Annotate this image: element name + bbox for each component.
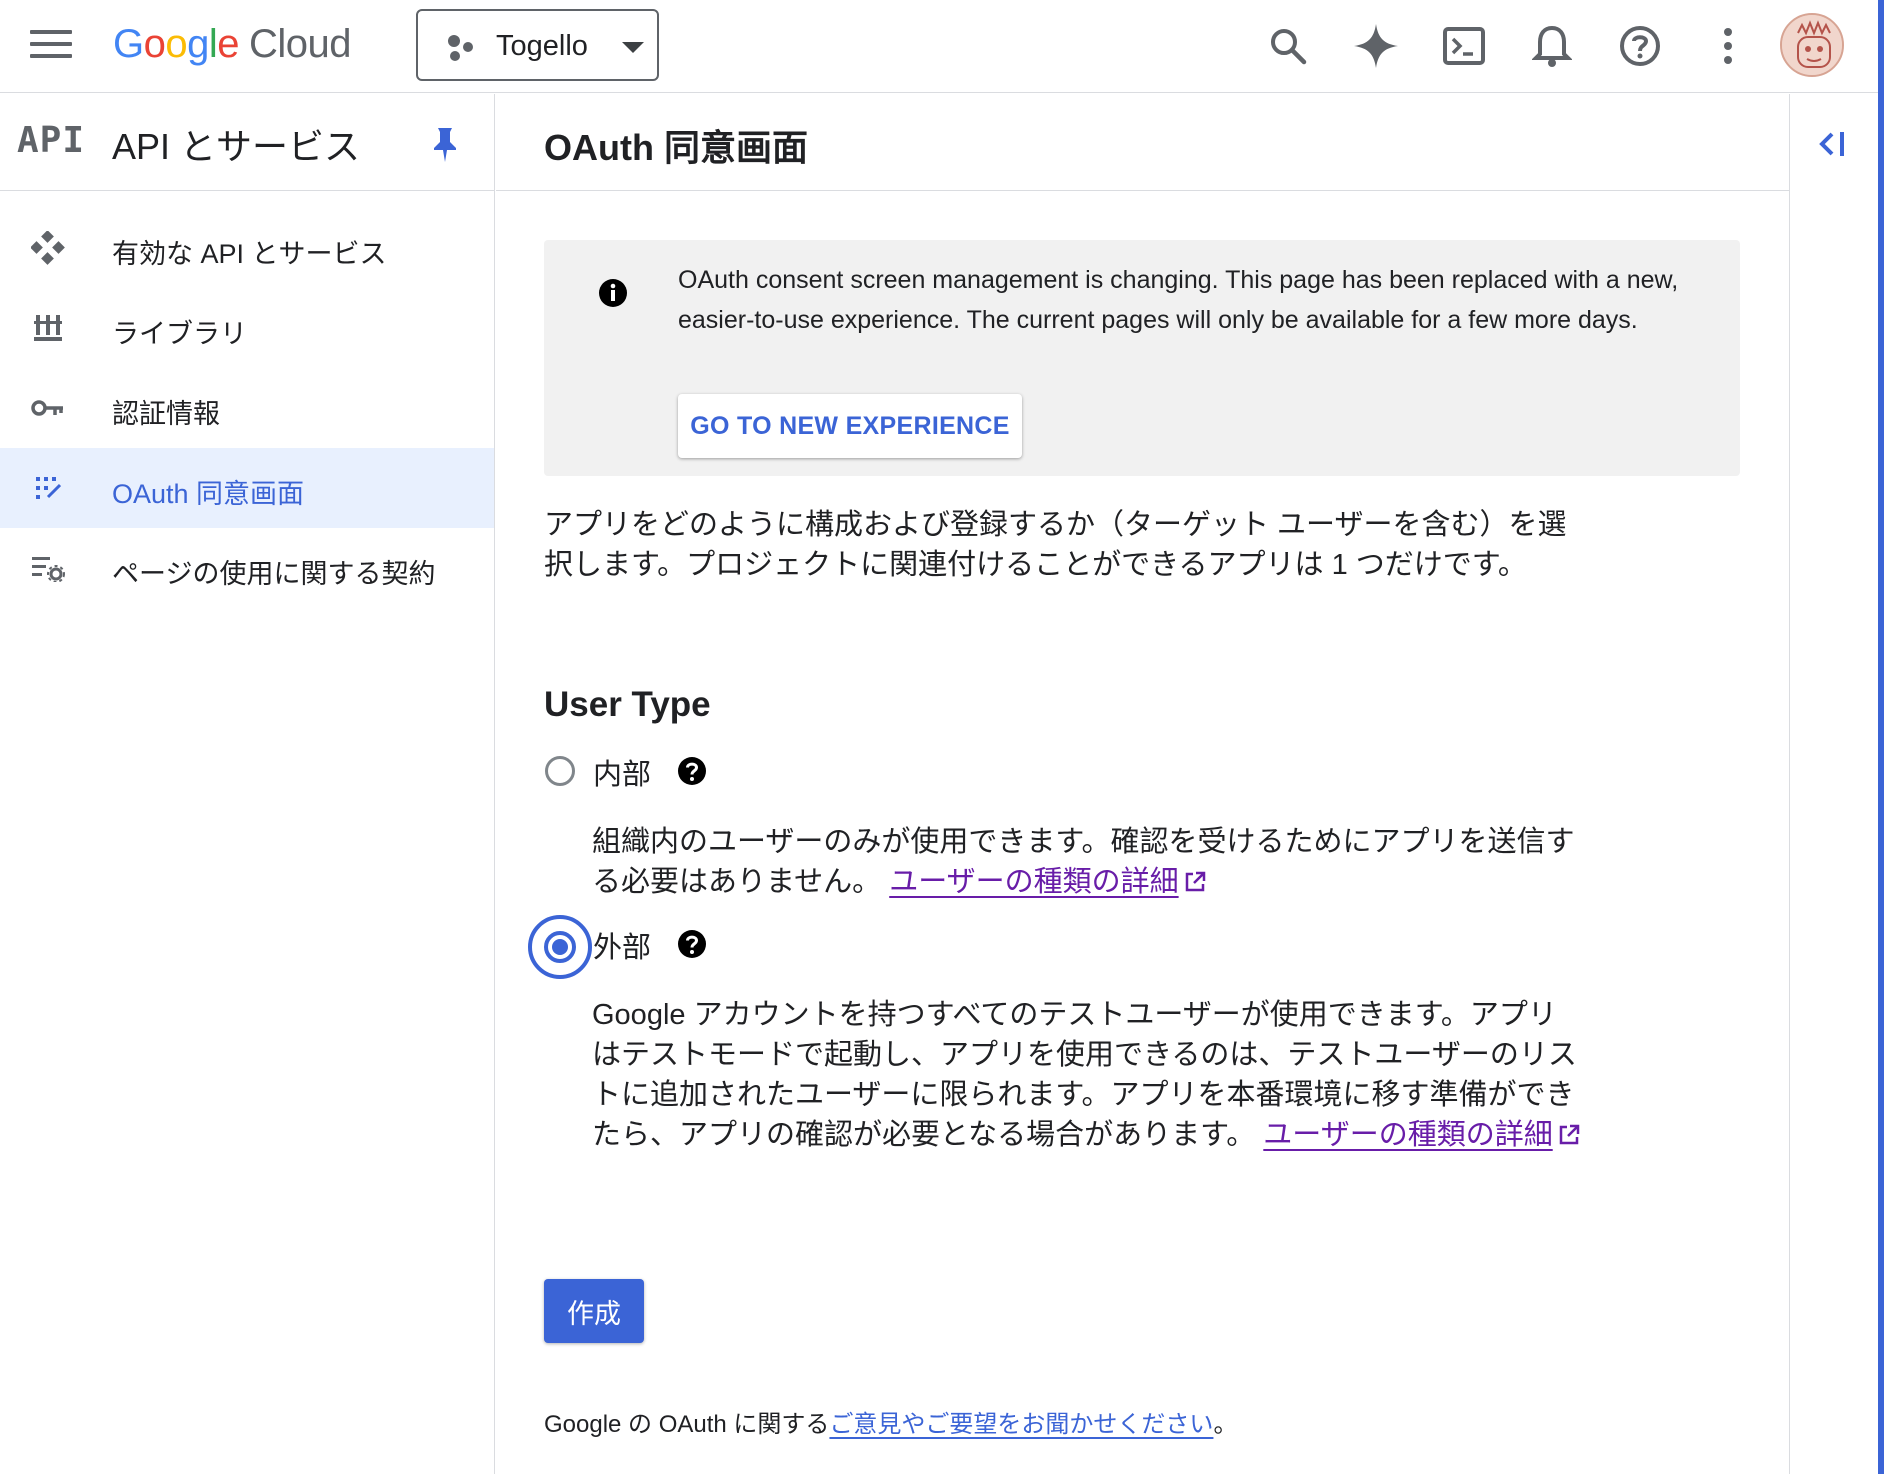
go-to-new-experience-button[interactable]: GO TO NEW EXPERIENCE bbox=[678, 394, 1022, 458]
radio-internal[interactable] bbox=[545, 756, 575, 786]
sidebar-item-library[interactable]: ライブラリ bbox=[0, 288, 494, 368]
avatar[interactable] bbox=[1780, 13, 1844, 77]
sidebar-item-oauth-consent[interactable]: OAuth 同意画面 bbox=[0, 448, 494, 528]
option-description-external: Google アカウントを持つすべてのテストユーザーが使用できます。アプリはテス… bbox=[592, 995, 1582, 1155]
consent-icon bbox=[30, 470, 66, 506]
pin-icon[interactable] bbox=[430, 124, 460, 164]
sidebar-item-enabled-apis[interactable]: 有効な API とサービス bbox=[0, 208, 494, 288]
sidebar-item-page-usage-agreements[interactable]: ページの使用に関する契約 bbox=[0, 528, 494, 608]
more-vert-icon[interactable] bbox=[1702, 20, 1754, 72]
project-icon bbox=[448, 35, 473, 61]
help-icon[interactable] bbox=[677, 756, 707, 786]
top-app-bar: Google Cloud Togello bbox=[0, 0, 1884, 93]
sidebar-item-label: 有効な API とサービス bbox=[112, 239, 387, 269]
external-link-icon bbox=[1559, 1124, 1579, 1145]
key-icon bbox=[30, 390, 66, 426]
logo-letter: G bbox=[113, 22, 144, 66]
sidebar-item-label: ページの使用に関する契約 bbox=[112, 559, 436, 589]
logo-product: Cloud bbox=[249, 22, 352, 66]
collapse-panel-icon[interactable] bbox=[1814, 124, 1854, 164]
option-label-internal[interactable]: 内部 bbox=[593, 751, 651, 793]
link-text: ユーザーの種類の詳細 bbox=[1263, 1119, 1553, 1151]
cloud-shell-icon[interactable] bbox=[1438, 20, 1490, 72]
sidebar: API API とサービス 有効な API とサービス ライブラリ 認証情報 O… bbox=[0, 94, 495, 1474]
logo-letter: e bbox=[217, 22, 240, 66]
api-logo: API bbox=[17, 120, 86, 161]
radio-dot bbox=[552, 939, 568, 955]
notice-banner: OAuth consent screen management is chang… bbox=[544, 240, 1740, 476]
logo-letter: o bbox=[143, 22, 166, 66]
create-button[interactable]: 作成 bbox=[544, 1279, 644, 1343]
gemini-icon[interactable] bbox=[1350, 20, 1402, 72]
logo-letter: l bbox=[208, 22, 218, 66]
sidebar-item-credentials[interactable]: 認証情報 bbox=[0, 368, 494, 448]
feedback-suffix: 。 bbox=[1213, 1411, 1238, 1438]
help-icon[interactable] bbox=[1614, 20, 1666, 72]
feedback-link[interactable]: ご意見やご要望をお聞かせください bbox=[829, 1411, 1213, 1438]
right-rail bbox=[1789, 94, 1878, 1474]
project-picker[interactable]: Togello bbox=[416, 9, 659, 81]
main-header: OAuth 同意画面 bbox=[496, 94, 1789, 191]
menu-icon[interactable] bbox=[30, 30, 72, 62]
project-name: Togello bbox=[496, 30, 588, 62]
google-cloud-logo[interactable]: Google Cloud bbox=[113, 22, 352, 67]
feedback-prefix: Google の OAuth に関する bbox=[544, 1411, 830, 1438]
external-link-icon bbox=[1185, 871, 1205, 892]
chevron-down-icon bbox=[622, 42, 644, 53]
option-description-internal: 組織内のユーザーのみが使用できます。確認を受けるためにアプリを送信する必要はあり… bbox=[592, 822, 1582, 902]
help-icon[interactable] bbox=[677, 929, 707, 959]
sidebar-header: API API とサービス bbox=[0, 94, 494, 191]
sidebar-item-label: OAuth 同意画面 bbox=[112, 479, 305, 509]
link-text: ユーザーの種類の詳細 bbox=[889, 866, 1179, 898]
sidebar-title: API とサービス bbox=[112, 126, 361, 167]
radio-external[interactable] bbox=[528, 915, 592, 979]
sidebar-item-label: 認証情報 bbox=[112, 399, 220, 429]
info-icon bbox=[599, 279, 627, 307]
settings-list-icon bbox=[30, 550, 66, 586]
api-diamond-icon bbox=[30, 230, 66, 266]
scrollbar[interactable] bbox=[1878, 0, 1884, 1474]
logo-letter: o bbox=[165, 22, 188, 66]
banner-text: OAuth consent screen management is chang… bbox=[678, 266, 1679, 334]
user-type-title: User Type bbox=[544, 685, 711, 724]
avatar-image bbox=[1782, 15, 1842, 75]
page-description: アプリをどのように構成および登録するか（ターゲット ユーザーを含む）を選択します… bbox=[544, 509, 1567, 581]
sidebar-item-label: ライブラリ bbox=[112, 319, 247, 349]
search-icon[interactable] bbox=[1262, 20, 1314, 72]
page-title: OAuth 同意画面 bbox=[544, 127, 808, 168]
option-label-external[interactable]: 外部 bbox=[593, 924, 651, 966]
user-type-details-link[interactable]: ユーザーの種類の詳細 bbox=[1263, 1119, 1580, 1151]
user-type-details-link[interactable]: ユーザーの種類の詳細 bbox=[889, 866, 1206, 898]
notifications-icon[interactable] bbox=[1526, 20, 1578, 72]
feedback-line: Google の OAuth に関するご意見やご要望をお聞かせください。 bbox=[544, 1404, 1237, 1439]
library-icon bbox=[30, 310, 66, 346]
logo-letter: g bbox=[187, 22, 209, 66]
